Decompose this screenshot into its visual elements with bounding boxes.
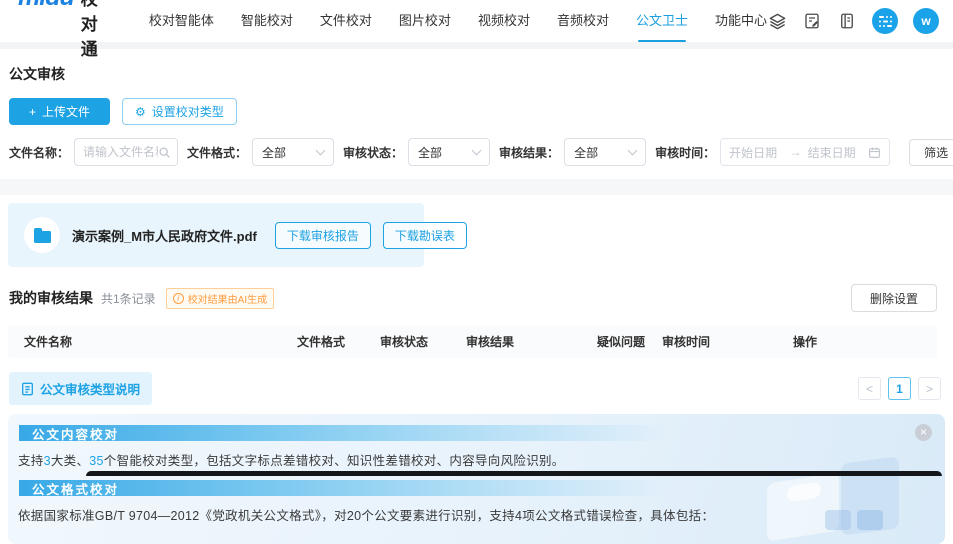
page-title: 公文审核 — [0, 49, 953, 84]
review-status-label: 审核状态： — [343, 144, 403, 161]
content-proof-count-categories: 3 — [44, 454, 51, 468]
layers-icon[interactable] — [767, 11, 787, 31]
column-suspected-issues: 疑似问题 — [597, 333, 662, 350]
review-time-range-picker[interactable]: 开始日期 → 结束日期 — [720, 138, 890, 166]
filter-bar: 文件名称： 文件格式： 全部 审核状态： 全部 审核结果： 全部 — [0, 125, 953, 179]
nav-item-doc-guard[interactable]: 公文卫士 — [636, 0, 688, 42]
arrow-right-icon: → — [790, 145, 802, 159]
file-name: 演示案例_M市人民政府文件.pdf — [72, 226, 257, 245]
plus-icon: + — [29, 105, 36, 119]
delete-settings-button[interactable]: 删除设置 — [851, 284, 937, 312]
doc-review-type-tag-label: 公文审核类型说明 — [40, 379, 140, 398]
dark-bottom-edge — [86, 471, 942, 476]
chevron-down-icon — [316, 146, 326, 156]
top-nav: midu 校对通 校对智能体 智能校对 文件校对 图片校对 视频校对 音频校对 … — [0, 0, 953, 42]
file-name-input-wrap — [74, 138, 178, 166]
gear-icon: ⚙ — [135, 105, 146, 119]
review-type-banner: 公文内容校对 支持3大类、35个智能校对类型，包括文字标点差错校对、知识性差错校… — [8, 414, 945, 544]
format-proof-heading: 公文格式校对 — [19, 479, 119, 498]
nav-item-feature-center[interactable]: 功能中心 — [715, 0, 767, 42]
ai-generated-badge: i 校对结果由AI生成 — [166, 288, 274, 309]
content-proof-heading: 公文内容校对 — [19, 424, 119, 443]
set-proof-type-button[interactable]: ⚙ 设置校对类型 — [122, 98, 237, 125]
review-status-select[interactable]: 全部 — [408, 138, 490, 166]
document-icon — [21, 382, 34, 396]
nav-item-video-proof[interactable]: 视频校对 — [478, 0, 530, 42]
content-proof-text: 大类、 — [51, 454, 89, 468]
file-result-card: 演示案例_M市人民政府文件.pdf 下载审核报告 下载勘误表 — [8, 203, 424, 267]
nav-item-image-proof[interactable]: 图片校对 — [399, 0, 451, 42]
review-result-select[interactable]: 全部 — [564, 138, 646, 166]
doc-review-type-tag[interactable]: 公文审核类型说明 — [9, 372, 152, 405]
review-result-label: 审核结果： — [499, 144, 559, 161]
review-time-label: 审核时间： — [655, 144, 715, 161]
close-icon[interactable]: × — [915, 424, 932, 441]
nav-actions: w — [767, 8, 939, 34]
pagination-prev-button[interactable]: < — [858, 377, 881, 400]
logo-wordmark: midu — [18, 0, 74, 12]
notebook-icon[interactable] — [837, 11, 857, 31]
nav-item-file-proof[interactable]: 文件校对 — [320, 0, 372, 42]
file-format-select[interactable]: 全部 — [252, 138, 334, 166]
content-proof-description: 支持3大类、35个智能校对类型，包括文字标点差错校对、知识性差错校对、内容导向风… — [8, 441, 945, 469]
results-count: 共1条记录 — [101, 290, 156, 307]
download-errata-button[interactable]: 下载勘误表 — [383, 222, 467, 249]
brand-logo[interactable]: midu 校对通 — [18, 0, 105, 60]
pagination-next-button[interactable]: > — [918, 377, 941, 400]
header-divider — [0, 42, 953, 49]
main-nav: 校对智能体 智能校对 文件校对 图片校对 视频校对 音频校对 公文卫士 功能中心 — [149, 0, 767, 42]
file-name-input[interactable] — [83, 145, 158, 159]
chevron-down-icon — [472, 146, 482, 156]
column-review-status: 审核状态 — [380, 333, 466, 350]
content-proof-count-types: 35 — [89, 454, 104, 468]
format-proof-description: 依据国家标准GB/T 9704—2012《党政机关公文格式》，对20个公文要素进… — [8, 496, 945, 524]
apps-icon[interactable] — [872, 8, 898, 34]
file-format-value: 全部 — [262, 144, 286, 161]
download-report-button[interactable]: 下载审核报告 — [275, 222, 371, 249]
note-edit-icon[interactable] — [802, 11, 822, 31]
pagination: < 1 > — [858, 377, 941, 400]
info-icon: i — [173, 293, 184, 304]
user-avatar[interactable]: w — [913, 8, 939, 34]
column-review-result: 审核结果 — [466, 333, 597, 350]
ai-generated-badge-label: 校对结果由AI生成 — [188, 291, 267, 306]
calendar-icon — [868, 146, 881, 159]
results-table-header: 文件名称 文件格式 审核状态 审核结果 疑似问题 审核时间 操作 — [8, 325, 937, 358]
content-proof-text: 个智能校对类型，包括文字标点差错校对、知识性差错校对、内容导向风险识别。 — [104, 454, 565, 468]
chevron-down-icon — [628, 146, 638, 156]
review-status-value: 全部 — [418, 144, 442, 161]
upload-file-label: 上传文件 — [42, 103, 90, 120]
format-proof-heading-strip: 公文格式校对 — [19, 480, 694, 496]
column-file-name: 文件名称 — [24, 333, 297, 350]
upload-file-button[interactable]: + 上传文件 — [9, 98, 110, 125]
content-proof-heading-strip: 公文内容校对 — [19, 425, 694, 441]
filter-button[interactable]: 筛选 — [909, 139, 953, 166]
action-toolbar: + 上传文件 ⚙ 设置校对类型 — [0, 84, 953, 125]
section-divider — [0, 179, 953, 195]
logo-product-name: 校对通 — [81, 0, 105, 60]
nav-item-smart-proof[interactable]: 智能校对 — [241, 0, 293, 42]
search-icon — [158, 146, 171, 159]
pagination-page-1[interactable]: 1 — [888, 377, 911, 400]
folder-icon-circle — [24, 217, 60, 253]
folder-icon — [34, 231, 51, 243]
nav-item-proof-agent[interactable]: 校对智能体 — [149, 0, 214, 42]
results-header: 我的审核结果 共1条记录 i 校对结果由AI生成 删除设置 — [0, 267, 953, 312]
nav-item-audio-proof[interactable]: 音频校对 — [557, 0, 609, 42]
review-result-value: 全部 — [574, 144, 598, 161]
type-description-row: 公文审核类型说明 < 1 > — [9, 372, 941, 405]
file-format-label: 文件格式： — [187, 144, 247, 161]
set-proof-type-label: 设置校对类型 — [152, 103, 224, 120]
column-actions: 操作 — [793, 333, 937, 350]
column-review-time: 审核时间 — [662, 333, 793, 350]
content-proof-text: 支持 — [18, 454, 44, 468]
file-name-label: 文件名称： — [9, 144, 69, 161]
end-date-placeholder: 结束日期 — [808, 144, 863, 161]
column-file-format: 文件格式 — [297, 333, 380, 350]
format-proof-text: 依据国家标准GB/T 9704—2012《党政机关公文格式》，对20个公文要素进… — [18, 509, 714, 523]
start-date-placeholder: 开始日期 — [729, 144, 784, 161]
results-title: 我的审核结果 — [9, 288, 93, 308]
